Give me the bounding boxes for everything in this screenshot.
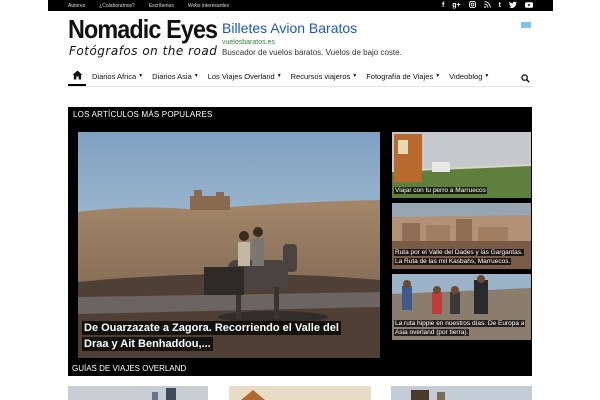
popular-section-title: LOS ARTÍCULOS MÁS POPULARES [73, 110, 213, 119]
side-article-3[interactable]: La ruta hippie en nuestros días. De Euro… [392, 274, 531, 340]
nav-item-label: Diarios Asia [152, 71, 192, 81]
chevron-down-icon: ▼ [276, 73, 282, 79]
instagram-icon[interactable] [468, 1, 476, 10]
side-article-2[interactable]: Ruta por el Valle del Dades y las Gargan… [392, 203, 531, 269]
popular-articles-block: LOS ARTÍCULOS MÁS POPULARES De Ouarzazat… [68, 107, 532, 361]
chevron-down-icon: ▼ [352, 73, 358, 79]
nav-item-fotografia-viajes[interactable]: Fotografía de Viajes ▼ [366, 72, 440, 81]
top-link-autores[interactable]: Autores [68, 3, 85, 9]
overland-thumb-2[interactable] [229, 386, 371, 400]
side-article-3-title[interactable]: La ruta hippie en nuestros días. De Euro… [394, 320, 526, 336]
rss-icon[interactable] [483, 1, 491, 10]
twitter-icon[interactable] [509, 1, 517, 10]
top-link-colaboramos[interactable]: ¿Colaboramos? [99, 3, 135, 9]
chevron-down-icon: ▼ [435, 73, 441, 79]
ad-title[interactable]: Billetes Avion Baratos [222, 20, 534, 36]
social-links: f g+ t [434, 0, 533, 11]
side-article-3-caption[interactable]: La ruta hippie en nuestros días. De Euro… [394, 319, 527, 337]
facebook-icon[interactable]: f [442, 2, 444, 9]
top-bar-strip: Autores ¿Colaboramos? Escríbenos Webs in… [48, 0, 553, 11]
featured-article[interactable]: De Ouarzazate a Zagora. Recorriendo el V… [78, 132, 380, 358]
overland-thumb-3[interactable] [391, 386, 532, 400]
youtube-icon[interactable] [525, 1, 533, 10]
top-link-escribenos[interactable]: Escríbenos [149, 3, 174, 9]
featured-article-caption[interactable]: De Ouarzazate a Zagora. Recorriendo el V… [82, 320, 342, 352]
ad-description: Buscador de vuelos baratos. Vuelos de ba… [222, 48, 402, 57]
side-article-2-caption[interactable]: Ruta por el Valle del Dades y las Gargan… [394, 248, 527, 266]
site-logo-title[interactable]: Nomadic Eyes [68, 14, 218, 45]
top-links: Autores ¿Colaboramos? Escríbenos Webs in… [68, 0, 243, 11]
tumblr-icon[interactable]: t [499, 2, 501, 9]
overland-section-title: GUÍAS DE VIAJES OVERLAND [72, 364, 187, 373]
nav-item-label: Diarios Africa [92, 71, 137, 81]
side-article-1-caption[interactable]: Viajar con tu perro a Marruecos [394, 186, 527, 195]
ad-choices-icon[interactable] [521, 22, 531, 28]
side-article-1[interactable]: Viajar con tu perro a Marruecos [392, 132, 531, 198]
google-plus-icon[interactable]: g+ [452, 2, 460, 9]
top-bar: Autores ¿Colaboramos? Escríbenos Webs in… [0, 0, 600, 11]
site-logo-subtitle: Fotógrafos on the road [69, 44, 218, 58]
main-nav: Diarios Africa ▼ Diarios Asia ▼ Los Viajes… [68, 66, 532, 86]
featured-article-title[interactable]: De Ouarzazate a Zagora. Recorriendo el V… [82, 321, 341, 351]
side-article-2-title[interactable]: Ruta por el Valle del Dades y las Gargan… [394, 249, 524, 265]
chevron-down-icon: ▼ [484, 73, 490, 79]
side-article-1-title[interactable]: Viajar con tu perro a Marruecos [394, 187, 487, 194]
home-icon[interactable] [68, 66, 86, 86]
overland-guides-header: GUÍAS DE VIAJES OVERLAND [68, 361, 532, 376]
chevron-down-icon: ▼ [193, 73, 199, 79]
top-link-webs[interactable]: Webs interesantes [188, 3, 229, 9]
nav-item-videoblog[interactable]: Videoblog ▼ [449, 72, 489, 81]
chevron-down-icon: ▼ [138, 73, 144, 79]
nav-item-diarios-africa[interactable]: Diarios Africa ▼ [92, 72, 143, 81]
nav-item-label: Los Viajes Overland [207, 71, 275, 81]
nav-item-label: Recursos viajeros [290, 71, 351, 81]
nav-item-recursos-viajeros[interactable]: Recursos viajeros ▼ [291, 72, 358, 81]
nav-divider [68, 86, 532, 87]
ad-banner[interactable]: Billetes Avion Baratos vuelosbaratos.es … [222, 20, 534, 64]
nav-item-label: Fotografía de Viajes [366, 71, 434, 81]
overland-thumb-1[interactable] [68, 386, 208, 400]
nav-item-diarios-asia[interactable]: Diarios Asia ▼ [152, 72, 199, 81]
nav-item-label: Videoblog [449, 71, 483, 81]
ad-url[interactable]: vuelosbaratos.es [222, 39, 534, 46]
nav-item-viajes-overland[interactable]: Los Viajes Overland ▼ [208, 72, 282, 81]
